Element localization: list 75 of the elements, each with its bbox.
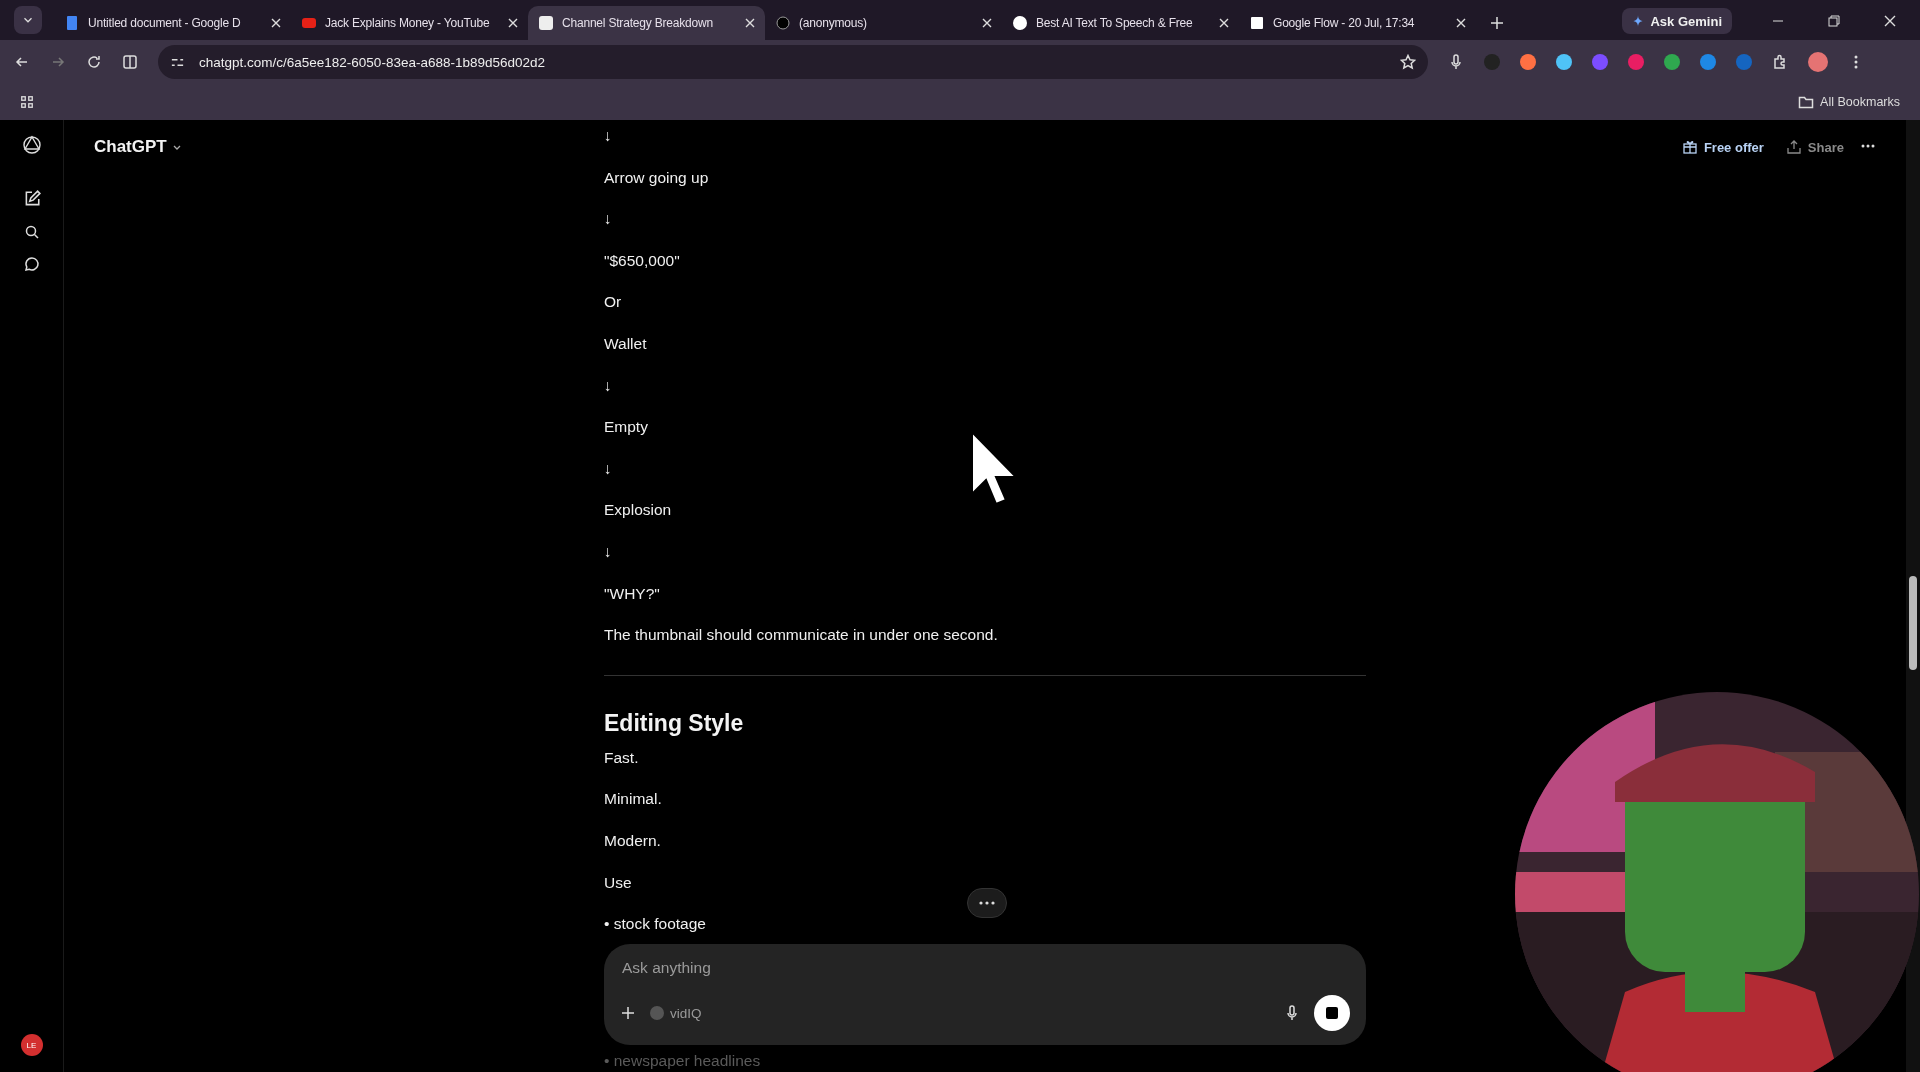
extension-icon[interactable] <box>1700 54 1716 70</box>
folder-icon[interactable] <box>1798 94 1815 110</box>
section-heading: Editing Style <box>604 708 745 738</box>
stop-icon <box>1326 1007 1338 1019</box>
message-text: • stock footage <box>604 914 707 935</box>
close-icon[interactable] <box>982 18 992 28</box>
scrollbar[interactable] <box>1906 120 1920 1072</box>
document-icon <box>64 15 80 31</box>
extension-icon[interactable] <box>1628 54 1644 70</box>
close-icon[interactable] <box>1219 18 1229 28</box>
arrow-text: ↓ <box>604 209 613 230</box>
address-bar[interactable]: chatgpt.com/c/6a5ee182-6050-83ea-a688-1b89d56d02d2 <box>158 45 1428 79</box>
circle-icon <box>650 1006 664 1020</box>
message-text: "$650,000" <box>604 250 681 271</box>
close-icon[interactable] <box>271 18 281 28</box>
apps-icon[interactable] <box>20 95 34 109</box>
extension-icon[interactable] <box>1556 54 1572 70</box>
message-input[interactable]: Ask anything <box>620 958 1350 978</box>
extension-icon[interactable] <box>1664 54 1680 70</box>
arrow-text: Or <box>604 292 623 313</box>
profile-icon[interactable] <box>1808 52 1828 72</box>
message-text: Wallet <box>604 333 648 354</box>
chat-bubble-icon[interactable] <box>23 256 40 272</box>
message-text: Fast. <box>604 747 640 768</box>
share-icon <box>1785 139 1802 155</box>
message-text: Minimal. <box>604 789 663 810</box>
arrow-text: ↓ <box>604 458 613 479</box>
message-text: Modern. <box>604 830 662 851</box>
share-button[interactable]: Share <box>1779 138 1850 156</box>
page-icon <box>1249 15 1265 31</box>
message-text: • newspaper headlines <box>604 1050 762 1071</box>
arrow-text: ↓ <box>604 375 613 396</box>
message-text: Empty <box>604 417 649 438</box>
browser-tab[interactable]: Jack Explains Money - YouTube <box>291 6 528 40</box>
message-text: Arrow going up <box>604 167 710 188</box>
message-text: Explosion <box>604 500 673 521</box>
browser-tab[interactable]: (anonymous) <box>765 6 1002 40</box>
microphone-icon[interactable] <box>1284 1005 1300 1021</box>
reload-icon[interactable] <box>86 54 102 70</box>
browser-tab[interactable]: Untitled document - Google D <box>54 6 291 40</box>
message-text: Use <box>604 872 633 893</box>
split-view-icon[interactable] <box>122 54 138 70</box>
restore-icon[interactable] <box>1828 15 1840 27</box>
browser-tab[interactable]: Best AI Text To Speech & Free <box>1002 6 1239 40</box>
new-tab-icon[interactable] <box>1490 16 1504 30</box>
close-icon[interactable] <box>1884 15 1896 27</box>
arrow-text: ↓ <box>604 541 613 562</box>
free-offer-button[interactable]: Free offer <box>1675 138 1770 156</box>
play-icon <box>301 15 317 31</box>
extension-icon[interactable] <box>1520 54 1536 70</box>
puzzle-icon[interactable] <box>1772 54 1788 70</box>
plus-icon[interactable] <box>620 1005 636 1021</box>
ask-gemini-button[interactable]: Ask Gemini <box>1622 8 1732 34</box>
gift-icon <box>1681 139 1698 155</box>
model-selector[interactable]: ChatGPT <box>94 137 183 157</box>
browser-tab[interactable]: Google Flow - 20 Jul, 17:34 <box>1239 6 1476 40</box>
all-bookmarks-link[interactable]: All Bookmarks <box>1820 95 1900 109</box>
message-text: The thumbnail should communicate in under one second. <box>604 625 999 646</box>
user-avatar[interactable]: LE <box>20 1034 43 1056</box>
close-icon[interactable] <box>1456 18 1466 28</box>
close-icon[interactable] <box>745 18 755 28</box>
circle-icon <box>1012 15 1028 31</box>
more-options-button[interactable] <box>967 888 1007 918</box>
microphone-icon[interactable] <box>1448 54 1464 70</box>
stop-button[interactable] <box>1314 995 1350 1031</box>
extension-icon[interactable] <box>1592 54 1608 70</box>
close-icon[interactable] <box>508 18 518 28</box>
arrow-text: ↓ <box>604 126 613 146</box>
more-icon <box>979 901 995 905</box>
logo-icon[interactable] <box>20 134 43 156</box>
vidiq-tool-button[interactable]: vidIQ <box>644 1004 708 1022</box>
search-icon[interactable] <box>23 224 40 240</box>
star-icon[interactable] <box>1400 54 1416 70</box>
browser-tab[interactable]: Channel Strategy Breakdown <box>528 6 765 40</box>
message-text: "WHY?" <box>604 583 661 604</box>
